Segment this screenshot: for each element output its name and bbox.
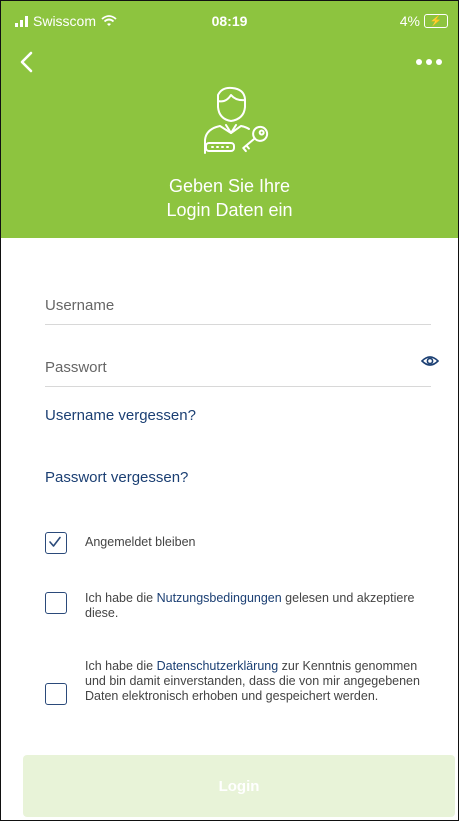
username-field — [45, 276, 431, 325]
forgot-password-link[interactable]: Passwort vergessen? — [45, 469, 188, 486]
login-button[interactable]: Login — [23, 755, 455, 817]
back-button[interactable] — [19, 51, 33, 78]
checkmark-icon — [49, 536, 61, 547]
title-line-2: Login Daten ein — [166, 200, 293, 220]
chevron-left-icon — [20, 51, 33, 73]
privacy-row: Ich habe die Datenschutzerklärung zur Ke… — [45, 659, 437, 705]
remember-label: Angemeldet bleiben — [85, 535, 196, 549]
terms-text-before: Ich habe die — [85, 591, 157, 605]
remember-checkbox[interactable] — [45, 532, 67, 554]
more-dots-icon[interactable] — [416, 59, 442, 65]
remember-row: Angemeldet bleiben — [45, 532, 196, 554]
privacy-text: Ich habe die Datenschutzerklärung zur Ke… — [85, 659, 437, 704]
password-field — [45, 338, 440, 387]
privacy-text-before: Ich habe die — [85, 659, 157, 673]
battery-status: 4% ⚡ — [400, 13, 448, 29]
status-bar: Swisscom 08:19 4% ⚡ — [1, 1, 458, 37]
privacy-checkbox[interactable] — [45, 683, 67, 705]
username-input[interactable] — [45, 290, 375, 320]
password-input[interactable] — [45, 352, 375, 382]
status-time: 08:19 — [211, 13, 248, 29]
battery-icon: ⚡ — [424, 14, 448, 28]
privacy-link[interactable]: Datenschutzerklärung — [157, 659, 279, 673]
user-key-icon — [204, 86, 269, 154]
terms-checkbox[interactable] — [45, 592, 67, 614]
page-title: Geben Sie Ihre Login Daten ein — [1, 174, 458, 222]
terms-row: Ich habe die Nutzungsbedingungen gelesen… — [45, 591, 425, 621]
title-line-1: Geben Sie Ihre — [168, 176, 291, 196]
terms-link[interactable]: Nutzungsbedingungen — [157, 591, 282, 605]
header: Swisscom 08:19 4% ⚡ Geben Sie Ihre Login… — [1, 1, 458, 238]
forgot-username-link[interactable]: Username vergessen? — [45, 407, 196, 424]
eye-icon — [420, 356, 440, 366]
terms-text: Ich habe die Nutzungsbedingungen gelesen… — [85, 591, 425, 621]
show-password-button[interactable] — [420, 354, 440, 373]
battery-percent: 4% — [399, 13, 420, 29]
app-frame: Swisscom 08:19 4% ⚡ Geben Sie Ihre Login… — [0, 0, 459, 821]
